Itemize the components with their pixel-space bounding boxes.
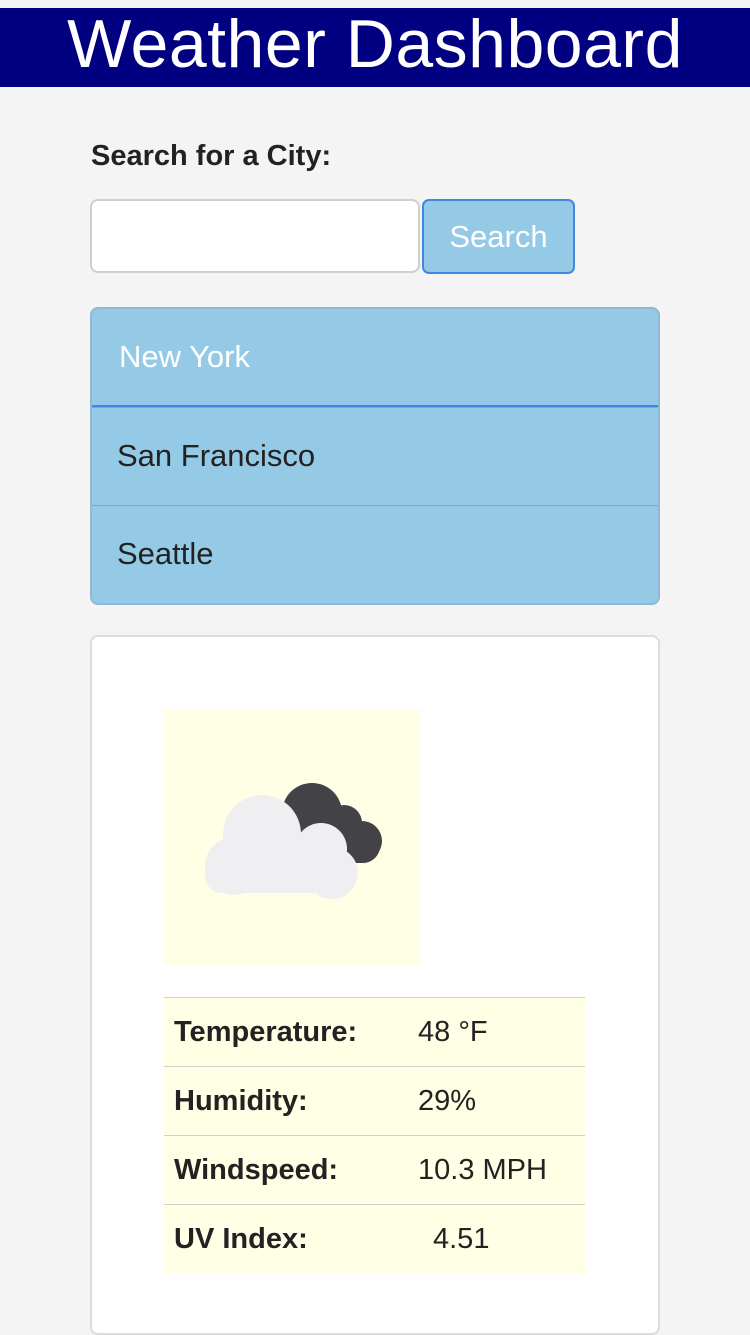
windspeed-label: Windspeed: (164, 1135, 418, 1205)
partly-cloudy-icon (205, 783, 382, 899)
stat-row-temperature: Temperature: 48 °F (164, 997, 585, 1067)
city-item-san-francisco[interactable]: San Francisco (92, 407, 658, 505)
uv-index-value: 4.51 (418, 1204, 585, 1273)
stat-row-uv-index: UV Index: 4.51 (164, 1204, 585, 1273)
search-button[interactable]: Search (422, 199, 575, 274)
uv-index-label: UV Index: (164, 1204, 418, 1273)
city-item-new-york[interactable]: New York (92, 309, 658, 407)
humidity-label: Humidity: (164, 1066, 418, 1136)
stat-row-windspeed: Windspeed: 10.3 MPH (164, 1135, 585, 1205)
temperature-label: Temperature: (164, 997, 418, 1067)
weather-stats-table: Temperature: 48 °F Humidity: 29% Windspe… (164, 997, 585, 1273)
city-history-list: New York San Francisco Seattle (90, 307, 660, 605)
city-item-seattle[interactable]: Seattle (92, 505, 658, 603)
windspeed-value: 10.3 MPH (418, 1135, 585, 1205)
stat-row-humidity: Humidity: 29% (164, 1066, 585, 1136)
search-label: Search for a City: (91, 140, 332, 172)
humidity-value: 29% (418, 1066, 585, 1136)
temperature-value: 48 °F (418, 997, 585, 1067)
city-search-input[interactable] (90, 199, 420, 273)
weather-icon-container (164, 709, 420, 965)
page-title: Weather Dashboard (67, 6, 683, 82)
app-header: Weather Dashboard (0, 8, 750, 87)
